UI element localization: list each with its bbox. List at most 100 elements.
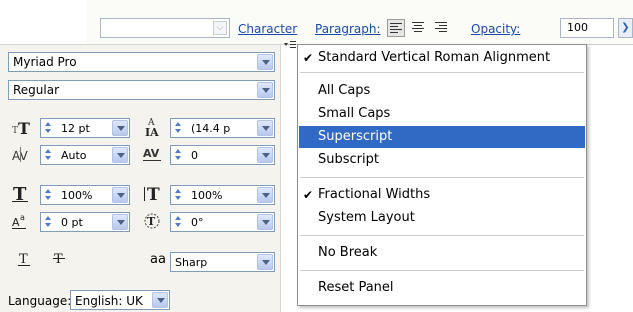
menu-separator — [300, 235, 584, 236]
stepper-icon[interactable] — [173, 188, 184, 202]
panel-menu-icon[interactable] — [283, 39, 297, 53]
align-center-icon — [412, 22, 424, 32]
anti-alias-select[interactable]: Sharp — [170, 252, 275, 272]
stepper-icon[interactable] — [173, 148, 184, 162]
character-panel-link[interactable]: Character — [238, 22, 297, 36]
baseline-shift-field[interactable]: 0 pt — [40, 212, 130, 232]
checkmark-icon: ✔ — [303, 51, 314, 65]
strikethrough-icon[interactable]: T — [52, 249, 76, 269]
align-center-button[interactable] — [410, 19, 428, 37]
font-size-field[interactable]: 12 pt — [40, 118, 130, 138]
stepper-icon[interactable] — [43, 121, 54, 135]
menu-separator — [300, 270, 584, 271]
chevron-right-icon[interactable]: ❯ — [618, 18, 633, 38]
menu-item-reset-panel[interactable]: Reset Panel — [299, 277, 585, 299]
chevron-down-icon[interactable] — [257, 120, 273, 136]
svg-text:AV: AV — [143, 147, 160, 160]
kerning-icon: AV — [12, 147, 28, 163]
menu-separator — [300, 177, 584, 178]
language-value: English: UK — [75, 294, 143, 308]
svg-text:a: a — [20, 213, 25, 222]
font-size-icon: T T — [12, 119, 30, 138]
tracking-value: 0 — [191, 149, 198, 162]
tracking-field[interactable]: 0 — [170, 145, 275, 165]
chevron-down-icon[interactable]: ⌵ — [213, 21, 227, 35]
chevron-down-icon[interactable] — [257, 254, 273, 270]
character-rotation-value: 0° — [191, 216, 204, 229]
menu-item-label: No Break — [318, 245, 378, 260]
svg-text:T: T — [18, 119, 30, 138]
chevron-down-icon[interactable] — [112, 187, 128, 203]
stepper-icon[interactable] — [43, 148, 54, 162]
svg-text:A: A — [12, 216, 20, 229]
align-left-icon — [390, 23, 402, 33]
kerning-field[interactable]: Auto — [40, 145, 130, 165]
opacity-input[interactable]: 100 — [560, 18, 614, 38]
menu-item-all-caps[interactable]: All Caps — [299, 80, 585, 102]
leading-icon: A IA — [145, 118, 159, 136]
underline-icon[interactable]: T — [17, 249, 41, 269]
menu-item-label: Superscript — [318, 129, 393, 144]
menu-item-label: Standard Vertical Roman Alignment — [318, 50, 551, 65]
chevron-down-icon[interactable] — [112, 147, 128, 163]
svg-text:T: T — [147, 215, 156, 228]
vertical-scale-value: 100% — [61, 189, 93, 202]
chevron-down-icon[interactable] — [257, 214, 273, 230]
chevron-down-icon[interactable] — [257, 54, 273, 70]
menu-item-small-caps[interactable]: Small Caps — [299, 103, 585, 125]
font-family-select[interactable]: Myriad Pro — [8, 52, 275, 72]
chevron-down-icon[interactable] — [152, 292, 168, 308]
font-style-select[interactable]: Regular — [8, 80, 275, 100]
stepper-icon[interactable] — [43, 188, 54, 202]
character-panel: Myriad Pro Regular T T 12 pt A IA (14.4 … — [0, 44, 281, 312]
language-select[interactable]: English: UK — [70, 290, 170, 310]
opacity-link[interactable]: Opacity: — [471, 22, 520, 36]
chevron-down-icon[interactable] — [112, 120, 128, 136]
menu-item-label: Reset Panel — [318, 280, 394, 295]
menu-item-label: Fractional Widths — [318, 187, 431, 202]
menu-separator — [300, 72, 584, 73]
align-right-icon — [435, 22, 447, 32]
leading-field[interactable]: (14.4 p — [170, 118, 275, 138]
leading-value: (14.4 p — [191, 122, 231, 135]
chevron-down-icon[interactable] — [257, 82, 273, 98]
chevron-down-icon[interactable] — [112, 214, 128, 230]
baseline-shift-value: 0 pt — [61, 216, 83, 229]
character-rotation-field[interactable]: 0° — [170, 212, 275, 232]
menu-item-fractional-widths[interactable]: ✔ Fractional Widths — [299, 184, 585, 206]
align-left-button[interactable] — [387, 19, 405, 37]
svg-text:IA: IA — [145, 126, 159, 136]
svg-text:T: T — [19, 252, 28, 267]
menu-item-superscript[interactable]: Superscript — [299, 126, 585, 148]
anti-alias-value: Sharp — [175, 256, 208, 269]
font-family-value: Myriad Pro — [13, 55, 77, 69]
vertical-scale-field[interactable]: 100% — [40, 185, 130, 205]
stepper-icon[interactable] — [43, 215, 54, 229]
menu-item-system-layout[interactable]: System Layout — [299, 207, 585, 229]
menu-item-label: System Layout — [318, 210, 415, 225]
menu-item-standard-vertical-roman-alignment[interactable]: ✔ Standard Vertical Roman Alignment — [299, 47, 585, 69]
checkmark-icon: ✔ — [303, 188, 314, 202]
horizontal-scale-icon: T — [144, 185, 160, 204]
kerning-value: Auto — [61, 149, 87, 162]
align-right-button[interactable] — [433, 19, 451, 37]
paragraph-panel-link[interactable]: Paragraph: — [315, 22, 381, 36]
stepper-icon[interactable] — [173, 121, 184, 135]
chevron-down-icon[interactable] — [257, 187, 273, 203]
menu-item-no-break[interactable]: No Break — [299, 242, 585, 264]
menu-item-label: Small Caps — [318, 106, 391, 121]
horizontal-scale-field[interactable]: 100% — [170, 185, 275, 205]
character-rotation-icon: T — [144, 213, 160, 229]
vertical-scale-icon: T — [12, 184, 28, 204]
anti-alias-icon: aa — [150, 252, 166, 267]
chevron-down-icon[interactable] — [257, 147, 273, 163]
stepper-icon[interactable] — [173, 215, 184, 229]
menu-item-label: All Caps — [318, 83, 371, 98]
tracking-icon: AV — [143, 147, 161, 161]
font-family-dropdown[interactable]: ⌵ — [100, 18, 230, 38]
font-size-value: 12 pt — [61, 122, 90, 135]
svg-text:T: T — [54, 252, 63, 267]
menu-item-subscript[interactable]: Subscript — [299, 149, 585, 171]
menu-item-label: Subscript — [318, 152, 379, 167]
svg-text:T: T — [147, 185, 160, 204]
